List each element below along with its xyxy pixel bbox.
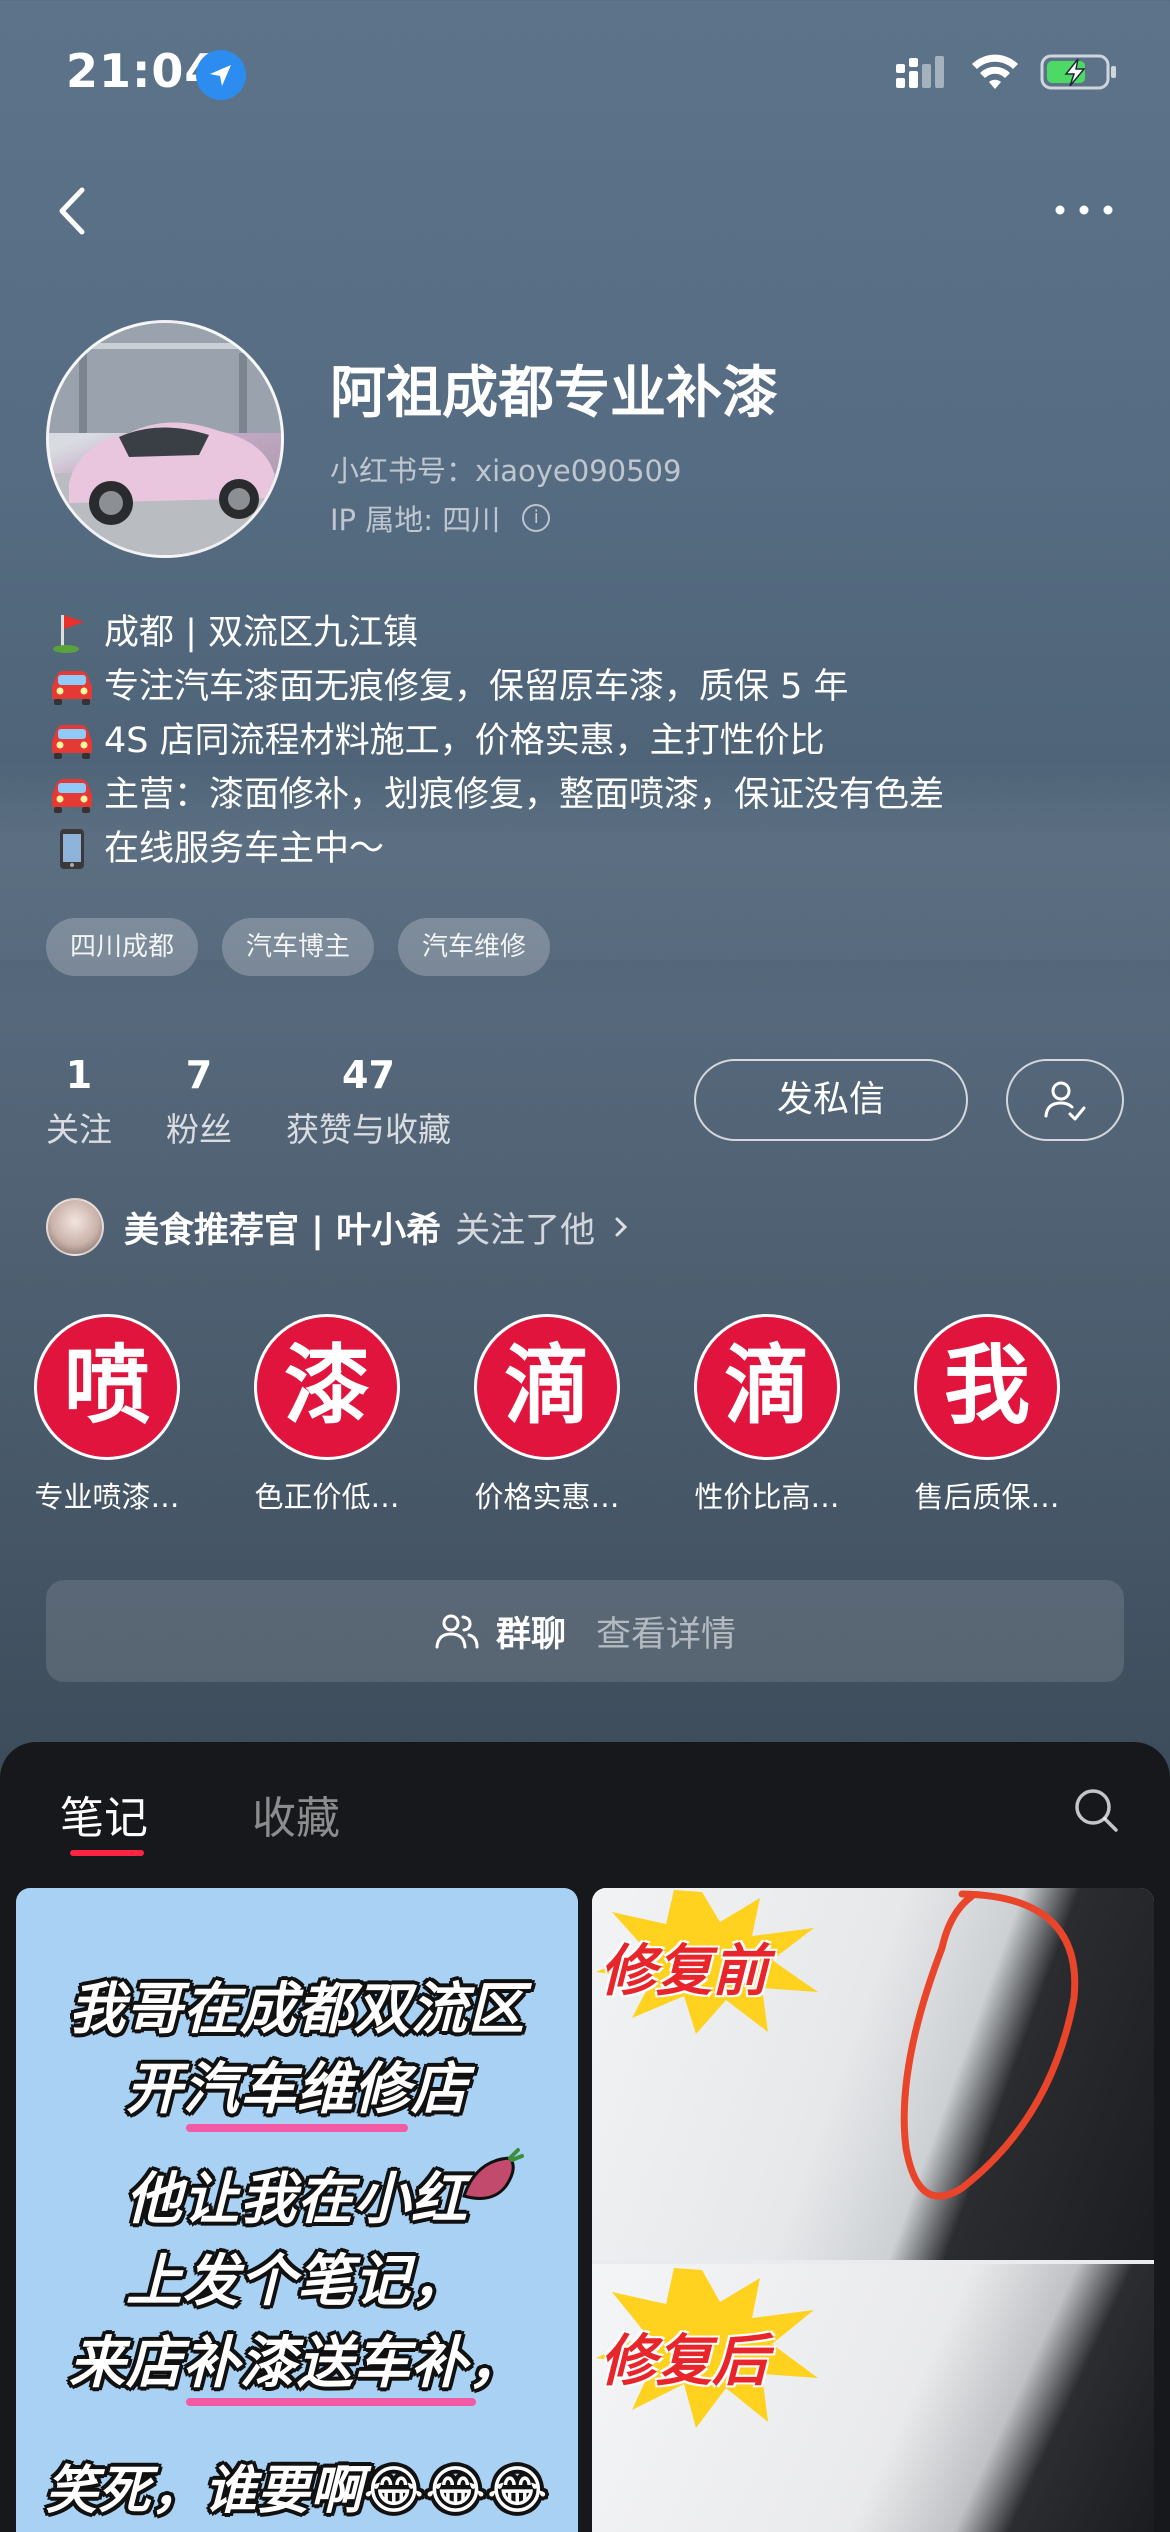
follower-action: 关注了他 (455, 1210, 596, 1251)
collection-cover: 喷 (34, 1314, 180, 1460)
status-icons (894, 52, 1118, 92)
mobile-phone-icon (46, 827, 98, 871)
follower-name: 美食推荐官 | 叶小希 (124, 1210, 442, 1251)
location-arrow-icon (196, 50, 246, 100)
profile-id: 小红书号：xiaoye090509 (330, 454, 682, 488)
profile-ip-row: IP 属地: 四川 i (330, 497, 551, 539)
profile-bio: 成都 | 双流区九江镇 专注汽车漆面无痕修复，保留原车漆，质保 5 年 4S 店… (46, 606, 1126, 876)
after-label: 修复后 (600, 2329, 768, 2394)
user-check-icon (1044, 1081, 1086, 1121)
collection-item[interactable]: 滴 价格实惠… (474, 1314, 620, 1516)
stat-following[interactable]: 1 关注 (46, 1050, 112, 1156)
collection-label: 售后质保… (914, 1480, 1060, 1514)
cellular-signal-icon (896, 56, 944, 88)
info-icon[interactable]: i (522, 504, 551, 532)
collection-cover: 我 (914, 1314, 1060, 1460)
car-icon (46, 773, 98, 817)
collections-row: 喷 专业喷漆… 漆 色正价低… 滴 价格实惠… 滴 性价比高… 我 售后质保… (34, 1314, 1060, 1516)
stat-label: 关注 (46, 1110, 112, 1149)
stat-label: 获赞与收藏 (286, 1110, 451, 1149)
highlight-mark (186, 2124, 408, 2132)
bio-line: 主营：漆面修补，划痕修复，整面喷漆，保证没有色差 (46, 768, 1126, 822)
follow-button[interactable] (1006, 1059, 1124, 1141)
profile-name: 阿祖成都专业补漆 (330, 361, 778, 426)
scratch-circle-mark (900, 1890, 1079, 2200)
battery-charging-icon (1040, 54, 1116, 90)
content-panel: 笔记 收藏 我哥在成都双流区 开汽车维修店 他让我在小红 上发个笔记， 来店补漆… (0, 1742, 1170, 2532)
bio-line: 4S 店同流程材料施工，价格实惠，主打性价比 (46, 714, 1126, 768)
collection-label: 性价比高… (694, 1480, 840, 1514)
golf-flag-icon (46, 611, 98, 655)
bio-line: 成都 | 双流区九江镇 (46, 606, 1126, 660)
car-icon (46, 665, 98, 709)
collection-cover: 滴 (694, 1314, 840, 1460)
tab-notes[interactable]: 笔记 (60, 1782, 148, 1846)
stat-likes-collects[interactable]: 47 获赞与收藏 (286, 1050, 451, 1156)
post-card[interactable]: 我哥在成都双流区 开汽车维修店 他让我在小红 上发个笔记， 来店补漆送车补， 笑… (16, 1888, 578, 2532)
collection-label: 色正价低… (254, 1480, 400, 1514)
post-card[interactable]: 修复前 修复后 (592, 1888, 1154, 2532)
car-icon (46, 719, 98, 763)
profile-ip: IP 属地: 四川 (330, 503, 501, 537)
collection-label: 专业喷漆… (34, 1480, 180, 1514)
tag-location[interactable]: 四川成都 (46, 918, 199, 976)
bio-line: 在线服务车主中～ (46, 822, 1126, 876)
collection-label: 价格实惠… (474, 1480, 620, 1514)
active-tab-indicator (70, 1850, 144, 1856)
group-chat-title: 群聊 (495, 1614, 566, 1655)
content-tabs: 笔记 收藏 (0, 1742, 1170, 1872)
car-photo-icon (49, 323, 281, 555)
post-caption: 开汽车维修店 (126, 2057, 468, 2122)
collection-item[interactable]: 喷 专业喷漆… (34, 1314, 180, 1516)
stat-number: 1 (65, 1053, 93, 1097)
follower-avatar (46, 1198, 104, 1256)
profile-avatar[interactable] (46, 320, 284, 558)
highlight-mark (186, 2398, 476, 2406)
stat-followers[interactable]: 7 粉丝 (166, 1050, 232, 1156)
wifi-icon (972, 54, 1018, 89)
group-users-icon (435, 1614, 479, 1649)
send-message-button[interactable]: 发私信 (694, 1059, 968, 1141)
followed-by-row[interactable]: 美食推荐官 | 叶小希 关注了他 (46, 1197, 631, 1257)
status-time: 21:04 (66, 44, 218, 98)
collection-cover: 漆 (254, 1314, 400, 1460)
tab-favorites[interactable]: 收藏 (252, 1782, 340, 1846)
post-caption: 我哥在成都双流区 (69, 1977, 525, 2042)
collection-cover: 滴 (474, 1314, 620, 1460)
post-caption: 笑死，谁要啊😂😂😂 (45, 2461, 549, 2521)
collection-item[interactable]: 漆 色正价低… (254, 1314, 400, 1516)
collection-item[interactable]: 我 售后质保… (914, 1314, 1060, 1516)
stat-number: 47 (342, 1053, 395, 1097)
collection-item[interactable]: 滴 性价比高… (694, 1314, 840, 1516)
before-label: 修复前 (600, 1939, 768, 2004)
tag-category[interactable]: 汽车维修 (398, 918, 551, 976)
tag-category[interactable]: 汽车博主 (222, 918, 375, 976)
group-chat-detail: 查看详情 (596, 1614, 737, 1655)
post-caption: 来店补漆送车补， (69, 2331, 525, 2396)
search-icon[interactable] (1070, 1784, 1122, 1836)
more-options-button[interactable] (1044, 190, 1124, 230)
post-caption: 上发个笔记， (126, 2249, 468, 2314)
more-dots-icon (1055, 205, 1113, 215)
chevron-right-icon (615, 1217, 628, 1237)
status-bar: 21:04 (0, 0, 1170, 150)
profile-stats: 1 关注 7 粉丝 47 获赞与收藏 (46, 1050, 451, 1156)
back-button[interactable] (46, 176, 106, 246)
chevron-left-icon (59, 187, 85, 235)
profile-tags: 四川成都 汽车博主 汽车维修 (46, 918, 551, 976)
stat-number: 7 (185, 1053, 213, 1097)
stat-label: 粉丝 (166, 1110, 232, 1149)
bio-line: 专注汽车漆面无痕修复，保留原车漆，质保 5 年 (46, 660, 1126, 714)
sweet-potato-icon (462, 2148, 524, 2200)
group-chat-button[interactable]: 群聊 查看详情 (46, 1580, 1124, 1682)
